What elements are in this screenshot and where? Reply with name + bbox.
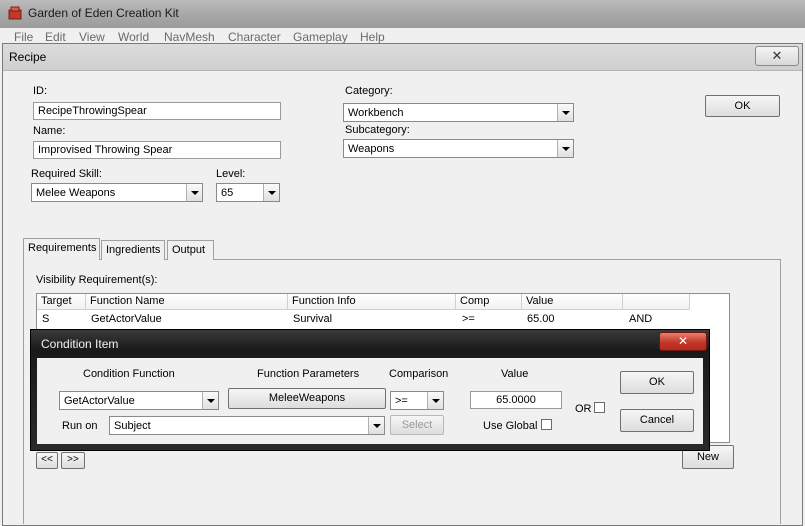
select-button[interactable]: Select bbox=[390, 415, 444, 435]
use-global-label: Use Global bbox=[483, 420, 538, 432]
or-label: OR bbox=[575, 403, 592, 415]
category-select[interactable]: Workbench bbox=[343, 103, 574, 122]
condition-function-value: GetActorValue bbox=[64, 395, 135, 407]
comparison-header: Comparison bbox=[389, 368, 449, 380]
menu-world[interactable]: World bbox=[118, 30, 149, 44]
subcategory-label: Subcategory: bbox=[345, 124, 410, 136]
previous-button[interactable]: << bbox=[36, 452, 58, 469]
menu-help[interactable]: Help bbox=[360, 30, 385, 44]
chevron-down-icon[interactable] bbox=[186, 184, 202, 201]
condition-function-select[interactable]: GetActorValue bbox=[59, 391, 219, 410]
use-global-checkbox[interactable] bbox=[541, 419, 552, 430]
column-header-comp[interactable]: Comp bbox=[456, 294, 522, 310]
tab-ingredients[interactable]: Ingredients bbox=[101, 240, 165, 260]
cell-value: 65.00 bbox=[527, 313, 555, 325]
id-label: ID: bbox=[33, 85, 48, 97]
recipe-dialog: Recipe ✕ ID: RecipeThrowingSpear Name: I… bbox=[2, 43, 803, 526]
app-title: Garden of Eden Creation Kit bbox=[28, 6, 179, 20]
column-header-function-info[interactable]: Function Info bbox=[288, 294, 456, 310]
comparison-select[interactable]: >= bbox=[390, 391, 444, 410]
menu-navmesh[interactable]: NavMesh bbox=[164, 30, 215, 44]
comparison-value: >= bbox=[395, 395, 408, 407]
category-label: Category: bbox=[345, 85, 393, 97]
column-header-extra[interactable] bbox=[623, 294, 690, 310]
chevron-down-icon[interactable] bbox=[557, 140, 573, 157]
condition-title: Condition Item bbox=[41, 337, 119, 351]
function-parameters-header: Function Parameters bbox=[257, 368, 360, 380]
cell-target: S bbox=[42, 313, 50, 325]
subcategory-value: Weapons bbox=[348, 143, 395, 155]
visibility-requirements-label: Visibility Requirement(s): bbox=[36, 274, 158, 286]
tab-requirements[interactable]: Requirements bbox=[23, 238, 100, 260]
menu-edit[interactable]: Edit bbox=[45, 30, 66, 44]
menu-file[interactable]: File bbox=[14, 30, 33, 44]
recipe-title: Recipe bbox=[9, 50, 47, 64]
chevron-down-icon[interactable] bbox=[427, 392, 443, 409]
level-label: Level: bbox=[216, 168, 246, 180]
recipe-close-button[interactable]: ✕ bbox=[755, 46, 799, 66]
id-field[interactable]: RecipeThrowingSpear bbox=[33, 102, 281, 120]
condition-cancel-button[interactable]: Cancel bbox=[620, 409, 694, 432]
or-checkbox[interactable] bbox=[594, 402, 605, 413]
menu-gameplay[interactable]: Gameplay bbox=[293, 30, 348, 44]
chevron-down-icon[interactable] bbox=[263, 184, 279, 201]
level-select[interactable]: 65 bbox=[216, 183, 280, 202]
function-parameter-button[interactable]: MeleeWeapons bbox=[228, 388, 386, 409]
chevron-down-icon[interactable] bbox=[202, 392, 218, 409]
run-on-select[interactable]: Subject bbox=[109, 416, 385, 435]
run-on-value: Subject bbox=[114, 420, 151, 432]
close-icon: ✕ bbox=[771, 48, 783, 63]
value-header: Value bbox=[501, 368, 529, 380]
column-header-function-name[interactable]: Function Name bbox=[86, 294, 288, 310]
name-label: Name: bbox=[33, 125, 66, 137]
subcategory-select[interactable]: Weapons bbox=[343, 139, 574, 158]
app-icon bbox=[8, 6, 22, 20]
category-value: Workbench bbox=[348, 107, 404, 119]
recipe-ok-button[interactable]: OK bbox=[705, 95, 780, 117]
app-titlebar: Garden of Eden Creation Kit bbox=[0, 0, 805, 28]
condition-function-header: Condition Function bbox=[83, 368, 175, 380]
column-header-target[interactable]: Target bbox=[37, 294, 86, 310]
chevron-down-icon[interactable] bbox=[368, 417, 384, 434]
recipe-titlebar: Recipe ✕ bbox=[3, 44, 802, 71]
chevron-down-icon[interactable] bbox=[557, 104, 573, 121]
next-button[interactable]: >> bbox=[61, 452, 85, 469]
condition-item-dialog: Condition Item ✕ Condition Function GetA… bbox=[30, 329, 710, 451]
tab-output[interactable]: Output bbox=[167, 240, 214, 260]
cell-function-info: Survival bbox=[293, 313, 333, 325]
condition-titlebar: Condition Item ✕ bbox=[31, 330, 709, 356]
cell-comp: >= bbox=[462, 313, 475, 325]
required-skill-select[interactable]: Melee Weapons bbox=[31, 183, 203, 202]
close-icon: ✕ bbox=[677, 334, 689, 348]
cell-and-or: AND bbox=[629, 313, 653, 325]
name-field[interactable]: Improvised Throwing Spear bbox=[33, 141, 281, 159]
menu-character[interactable]: Character bbox=[228, 30, 281, 44]
condition-close-button[interactable]: ✕ bbox=[659, 332, 707, 351]
menu-view[interactable]: View bbox=[79, 30, 105, 44]
run-on-label: Run on bbox=[62, 420, 98, 432]
condition-body: Condition Function GetActorValue Functio… bbox=[37, 358, 703, 444]
level-value: 65 bbox=[221, 187, 234, 199]
required-skill-label: Required Skill: bbox=[31, 168, 102, 180]
value-field[interactable]: 65.0000 bbox=[470, 391, 562, 409]
cell-function-name: GetActorValue bbox=[91, 313, 162, 325]
condition-ok-button[interactable]: OK bbox=[620, 371, 694, 394]
required-skill-value: Melee Weapons bbox=[36, 187, 116, 199]
column-header-value[interactable]: Value bbox=[522, 294, 623, 310]
